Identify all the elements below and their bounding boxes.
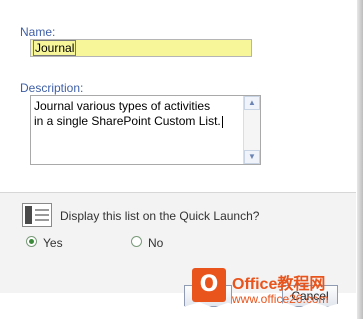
yes-label: Yes (43, 236, 63, 250)
name-input[interactable]: Journal (30, 39, 252, 57)
text-caret (221, 115, 223, 128)
no-label: No (148, 236, 164, 250)
watermark: O Office教程网 www.office26.com (190, 268, 360, 316)
scroll-down-icon[interactable]: ▼ (244, 150, 260, 164)
description-textarea[interactable]: Journal various types of activities in a… (30, 95, 261, 165)
yes-radio[interactable] (26, 236, 37, 247)
description-value: Journal various types of activities in a… (34, 99, 221, 128)
watermark-brand: Office教程网 (232, 276, 326, 293)
description-scrollbar[interactable]: ▲ ▼ (243, 96, 260, 164)
no-radio[interactable] (131, 236, 142, 247)
scroll-up-icon[interactable]: ▲ (244, 96, 260, 110)
watermark-url: www.office26.com (232, 292, 329, 306)
quick-launch-question: Display this list on the Quick Launch? (60, 209, 260, 223)
name-label: Name: (20, 25, 56, 39)
name-value: Journal (32, 40, 77, 56)
description-label: Description: (20, 81, 84, 95)
quick-launch-icon (22, 203, 52, 227)
office-logo-icon: O (192, 268, 226, 302)
